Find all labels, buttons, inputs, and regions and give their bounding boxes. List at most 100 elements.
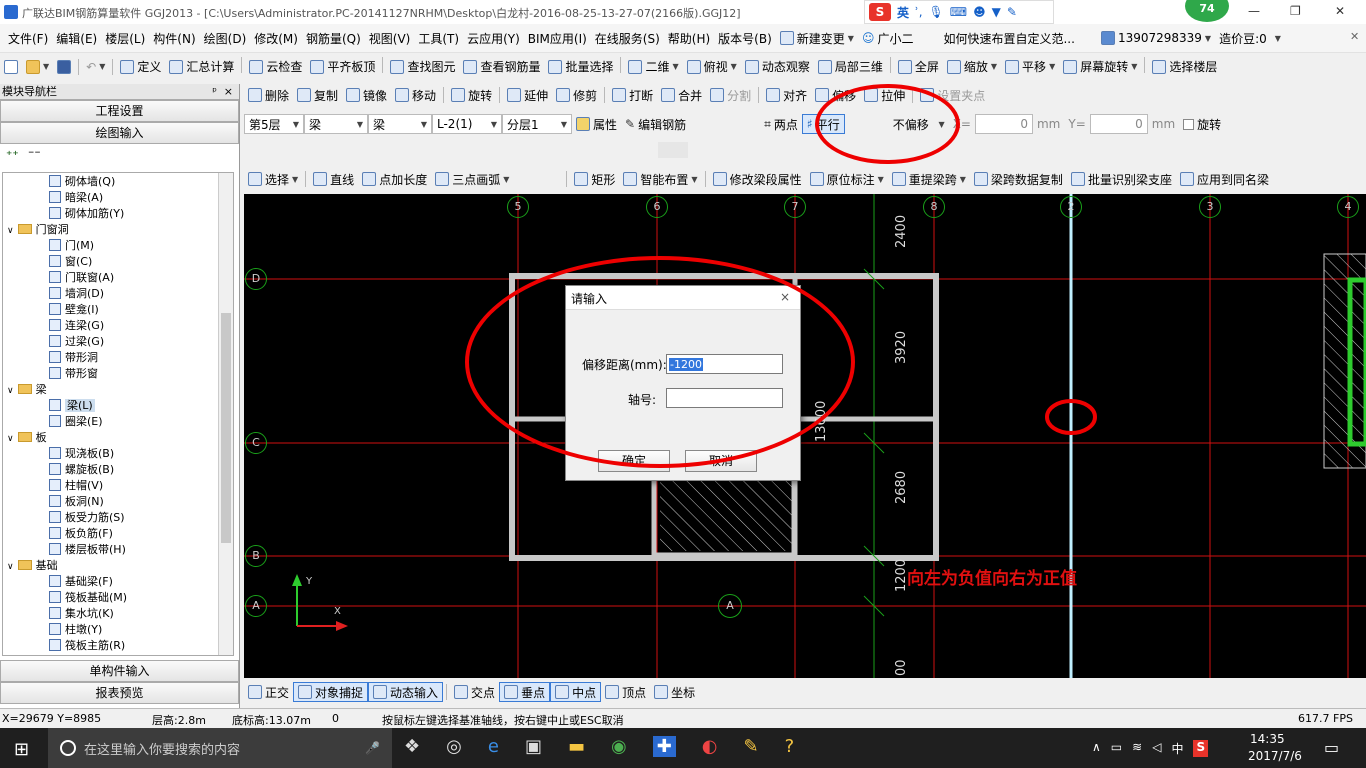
save-icon[interactable] (53, 57, 75, 77)
draw-tool-button[interactable]: 梁跨数据复制 (970, 169, 1067, 189)
draw-tool-button[interactable]: 批量识别梁支座 (1067, 169, 1176, 189)
clock-date[interactable]: 2017/7/6 (1248, 749, 1302, 763)
notification-icon[interactable]: ▭ (1324, 738, 1339, 757)
snap-toggle[interactable]: 顶点 (601, 682, 650, 702)
menu-item[interactable]: 修改(M) (250, 28, 302, 48)
menu-item[interactable]: 楼层(L) (101, 28, 149, 48)
collapse-chevron-icon[interactable]: ∨ (7, 386, 14, 396)
two-point-button[interactable]: ⌗ 两点 (760, 114, 802, 134)
draw-tool-button[interactable]: 直线 (309, 169, 358, 189)
score-dropdown-icon[interactable]: ▼ (1271, 28, 1285, 48)
edit-tool-button[interactable]: 对齐 (762, 85, 811, 105)
snap-toggle[interactable]: 交点 (450, 682, 499, 702)
edge-icon[interactable]: e (488, 736, 499, 757)
menu-item[interactable]: 在线服务(S) (591, 28, 664, 48)
menu-item[interactable]: 视图(V) (365, 28, 415, 48)
draw-tool-button[interactable]: 矩形 (570, 169, 619, 189)
collapse-all-icon[interactable]: ⁻⁻ (28, 147, 41, 161)
floating-grip[interactable] (658, 142, 688, 158)
pin-icon[interactable]: ᵖ (212, 84, 217, 99)
new-change-button[interactable]: 新建变更 ▼ (776, 28, 858, 48)
tree-item[interactable]: 壁龛(I) (3, 302, 233, 318)
menu-item[interactable]: 文件(F) (4, 28, 52, 48)
tree-item[interactable]: 柱帽(V) (3, 478, 233, 494)
draw-tool-button[interactable]: 选择 ▼ (244, 169, 302, 189)
menu-item[interactable]: 云应用(Y) (463, 28, 524, 48)
drawing-canvas[interactable]: 5678234 DCBA A 2400 3920 2680 1200 00 13600 … (244, 194, 1366, 678)
type-select-1[interactable]: 梁 ▼ (304, 114, 368, 134)
menu-item[interactable]: 工具(T) (414, 28, 463, 48)
single-input-button[interactable]: 单构件输入 (0, 660, 239, 682)
restore-button[interactable]: ❐ (1290, 4, 1301, 18)
user-phone[interactable]: 13907298339 ▼ (1097, 28, 1215, 48)
menu-item[interactable]: 绘图(D) (200, 28, 251, 48)
help-link[interactable]: 如何快速布置自定义范... (939, 28, 1078, 48)
tree-item[interactable]: 窗(C) (3, 254, 233, 270)
edit-tool-button[interactable]: 删除 (244, 85, 293, 105)
tree-item[interactable]: 带形洞 (3, 350, 233, 366)
tree-item[interactable]: 板负筋(F) (3, 526, 233, 542)
toolbar-button[interactable]: 局部三维 (814, 57, 887, 77)
explorer-icon[interactable]: ▬ (568, 736, 585, 757)
tree-item[interactable]: 圈梁(E) (3, 414, 233, 430)
edit-tool-button[interactable]: 复制 (293, 85, 342, 105)
edit-tool-button[interactable]: 移动 (391, 85, 440, 105)
toolbar-button[interactable]: 缩放 ▼ (943, 57, 1001, 77)
tree-item[interactable]: 连梁(G) (3, 318, 233, 334)
toolbar-button[interactable]: 定义 (116, 57, 165, 77)
toolbar-button[interactable]: 查看钢筋量 (459, 57, 544, 77)
tree-item[interactable]: 砌体加筋(Y) (3, 206, 233, 222)
punct-icon[interactable]: ʾ, (915, 5, 923, 19)
glodon-icon[interactable]: ✚ (652, 736, 676, 757)
edit-rebar-button[interactable]: ✎ 编辑钢筋 (621, 114, 690, 134)
help-app-icon[interactable]: ? (785, 736, 795, 757)
sogou-icon[interactable]: S (869, 3, 891, 21)
scroll-thumb[interactable] (221, 313, 231, 543)
minimize-button[interactable]: — (1248, 4, 1260, 18)
tree-item[interactable]: 基础梁(F) (3, 574, 233, 590)
tree-item[interactable]: 过梁(G) (3, 334, 233, 350)
snap-toggle[interactable]: 正交 (244, 682, 293, 702)
mic-icon[interactable]: 🎙 (929, 5, 944, 19)
menu-item[interactable]: 帮助(H) (664, 28, 714, 48)
battery-icon[interactable]: ▭ (1111, 740, 1122, 757)
chrome-360-icon[interactable]: ◉ (611, 736, 627, 757)
tree-item[interactable]: 板洞(N) (3, 494, 233, 510)
tree-item[interactable]: 集水坑(K) (3, 606, 233, 622)
snap-toggle[interactable]: 坐标 (650, 682, 699, 702)
toolbar-button[interactable]: 俯视 ▼ (683, 57, 741, 77)
tree-item[interactable]: 暗梁(A) (3, 190, 233, 206)
snap-toggle[interactable]: 动态输入 (368, 682, 444, 702)
menu-item[interactable]: 编辑(E) (52, 28, 101, 48)
toolbar-button[interactable]: 平齐板顶 (306, 57, 379, 77)
tree-folder[interactable]: ∨ 梁 (3, 382, 233, 398)
tree-item[interactable]: 梁(L) (3, 398, 233, 414)
tree-item[interactable]: 带形窗 (3, 366, 233, 382)
clock-time[interactable]: 14:35 (1250, 732, 1285, 746)
tree-item[interactable]: 板受力筋(S) (3, 510, 233, 526)
floor-select[interactable]: 第5层 ▼ (244, 114, 304, 134)
edit-tool-button[interactable]: 延伸 (503, 85, 552, 105)
keyboard-icon[interactable]: ⌨ (950, 5, 967, 19)
draw-tool-button[interactable]: 智能布置 ▼ (619, 169, 701, 189)
new-file-icon[interactable] (0, 57, 22, 77)
toolbar-button[interactable]: 动态观察 (741, 57, 814, 77)
toolbar-button[interactable]: 汇总计算 (165, 57, 238, 77)
ime-lang[interactable]: 中 (1171, 740, 1183, 757)
menu-item[interactable]: BIM应用(I) (524, 28, 591, 48)
undo-icon[interactable]: ↶ ▼ (82, 57, 109, 77)
open-file-icon[interactable]: ▼ (22, 57, 53, 77)
tree-scrollbar[interactable] (218, 173, 233, 655)
edit-tool-button[interactable]: 打断 (608, 85, 657, 105)
collapse-chevron-icon[interactable]: ∨ (7, 226, 14, 236)
tree-item[interactable]: 筏板主筋(R) (3, 638, 233, 654)
project-setup-button[interactable]: 工程设置 (0, 100, 239, 122)
tree-item[interactable]: 砌体墙(Q) (3, 174, 233, 190)
draw-tool-button[interactable]: 原位标注 ▼ (806, 169, 888, 189)
sogou-tray-icon[interactable]: S (1193, 740, 1209, 757)
toolbar-button[interactable]: 批量选择 (544, 57, 617, 77)
store-icon[interactable]: ▣ (525, 736, 542, 757)
tree-folder[interactable]: ∨ 门窗洞 (3, 222, 233, 238)
tree-folder[interactable]: ∨ 基础 (3, 558, 233, 574)
toolbar-button[interactable]: 全屏 (894, 57, 943, 77)
